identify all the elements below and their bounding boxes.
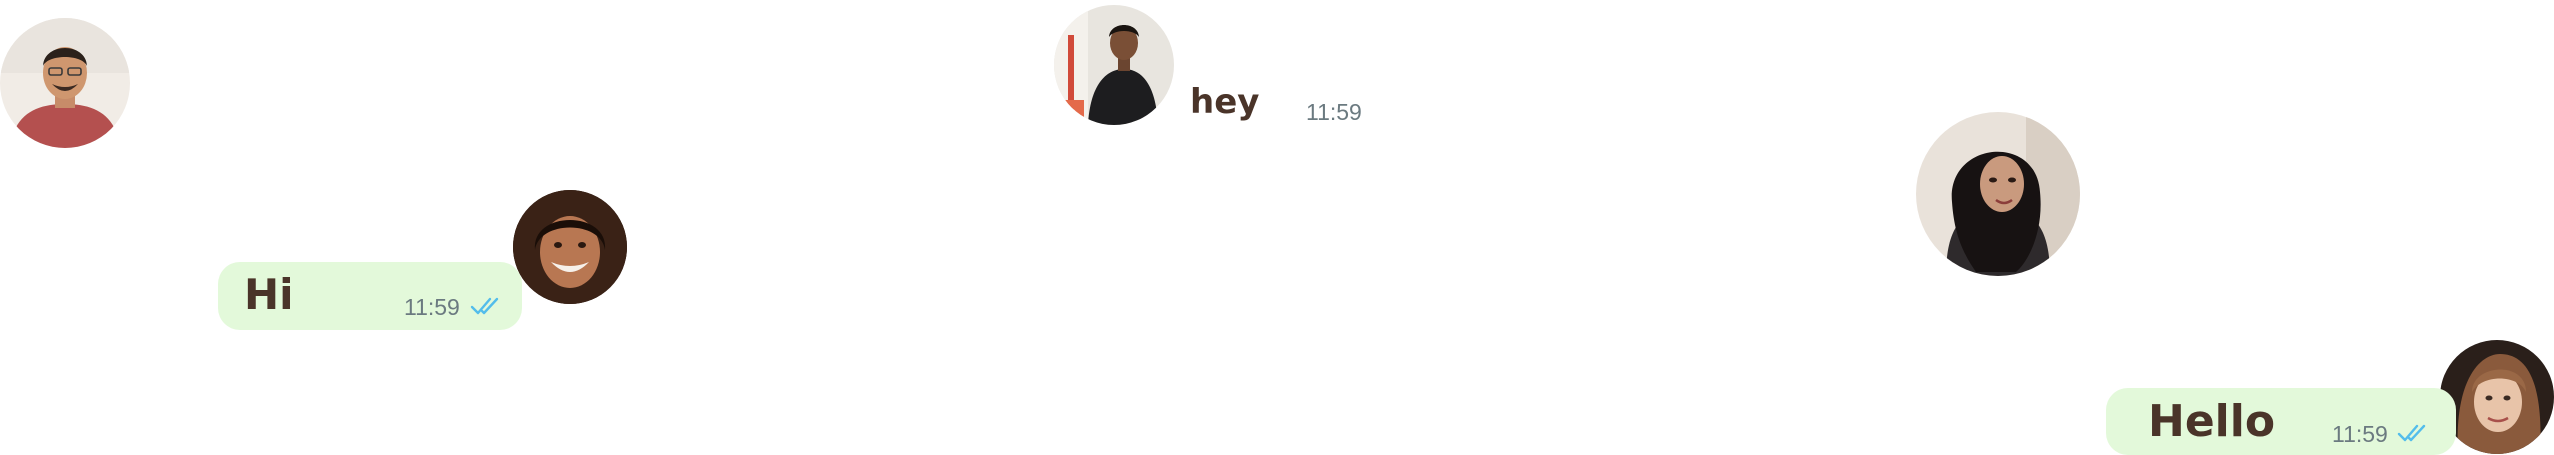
message-bubble-hi[interactable]: Hi 11:59 bbox=[218, 262, 522, 330]
avatar-woman-smiling-image bbox=[513, 190, 627, 304]
avatar-woman-brown-hair-image bbox=[2440, 340, 2554, 454]
message-bubble-hello[interactable]: Hello 11:59 bbox=[2106, 388, 2456, 455]
avatar-man-black-shirt[interactable] bbox=[1054, 5, 1174, 125]
message-text: Hello bbox=[2148, 396, 2276, 447]
double-check-icon bbox=[2397, 423, 2427, 443]
message-timestamp: 11:59 bbox=[1306, 99, 1362, 125]
message-timestamp: 11:59 bbox=[404, 294, 460, 320]
avatar-woman-brown-hair[interactable] bbox=[2440, 340, 2554, 454]
avatar-woman-long-hair-image bbox=[1916, 112, 2080, 276]
avatar-man-red-shirt-image bbox=[0, 18, 130, 148]
avatar-woman-long-hair[interactable] bbox=[1916, 112, 2080, 276]
double-check-icon bbox=[470, 296, 500, 316]
avatar-man-red-shirt[interactable] bbox=[0, 18, 130, 148]
message-text: Hi bbox=[244, 270, 294, 319]
avatar-man-black-shirt-image bbox=[1054, 5, 1174, 125]
message-text: hey bbox=[1190, 82, 1260, 122]
message-timestamp: 11:59 bbox=[2332, 421, 2388, 447]
avatar-woman-smiling[interactable] bbox=[513, 190, 627, 304]
